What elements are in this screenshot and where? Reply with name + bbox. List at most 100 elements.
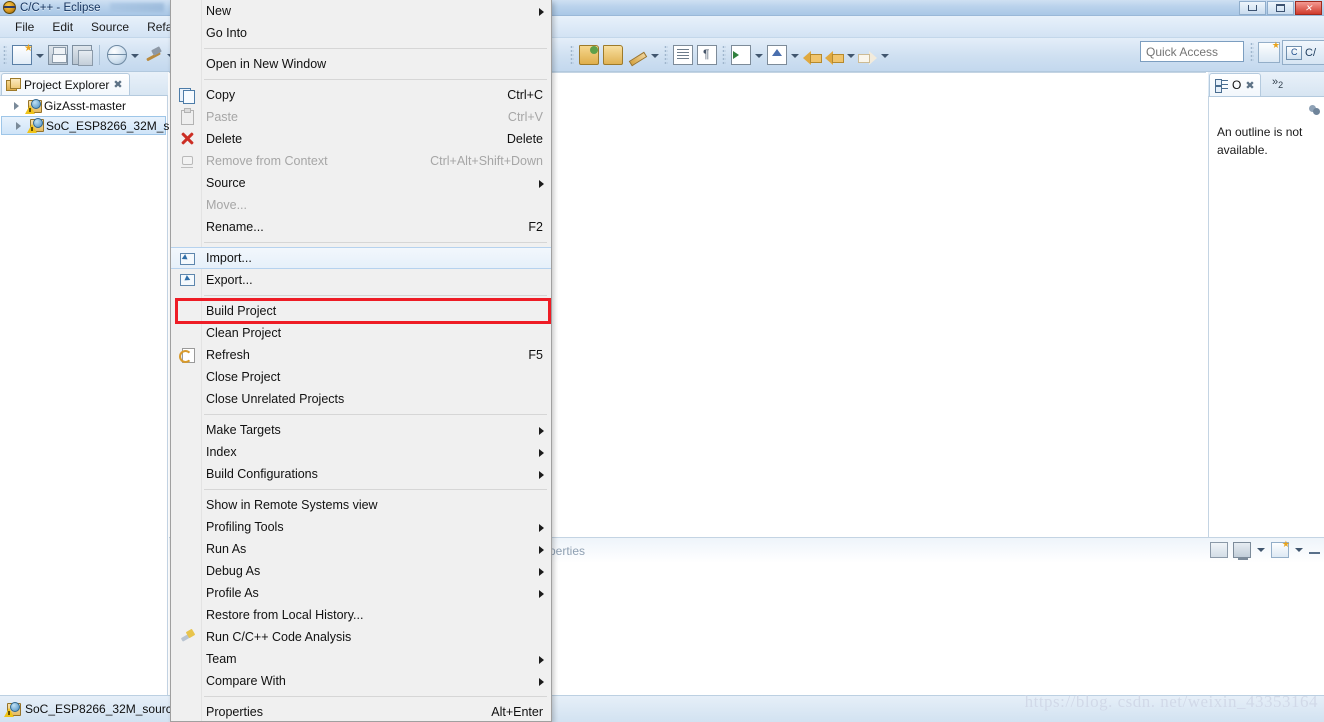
- tree-item-gizasst-master[interactable]: GizAsst-master: [0, 96, 167, 116]
- project-icon: [4, 701, 21, 717]
- tree-item-label: GizAsst-master: [44, 99, 127, 113]
- context-menu-item-make-targets[interactable]: Make Targets: [171, 419, 551, 441]
- view-menu-arrow-icon[interactable]: [1256, 542, 1266, 558]
- context-menu-item-build-configurations[interactable]: Build Configurations: [171, 463, 551, 485]
- open-project-icon[interactable]: [579, 44, 599, 65]
- outline-overflow-indicator[interactable]: »2: [1272, 76, 1283, 90]
- toolbar-grip-5[interactable]: [1250, 42, 1254, 62]
- marker-dropdown-icon[interactable]: [649, 45, 660, 65]
- context-menu-item-show-in-remote-systems-view[interactable]: Show in Remote Systems view: [171, 494, 551, 516]
- paste-icon: [179, 108, 195, 125]
- export-icon: [179, 272, 195, 288]
- context-menu-item-label: Profiling Tools: [206, 520, 284, 534]
- upload-page-dropdown-icon[interactable]: [789, 45, 800, 65]
- context-menu-item-run-c-c-code-analysis[interactable]: Run C/C++ Code Analysis: [171, 626, 551, 648]
- menu-edit[interactable]: Edit: [43, 18, 82, 36]
- tab-properties[interactable]: perties: [549, 544, 585, 558]
- context-menu-item-label: Open in New Window: [206, 57, 327, 71]
- submenu-arrow-icon: [539, 568, 544, 576]
- context-menu-item-run-as[interactable]: Run As: [171, 538, 551, 560]
- menu-source[interactable]: Source: [82, 18, 138, 36]
- context-menu-item-go-into[interactable]: Go Into: [171, 22, 551, 44]
- new-view-arrow-icon[interactable]: [1294, 542, 1304, 558]
- context-menu-item-build-project[interactable]: Build Project: [171, 300, 551, 322]
- context-menu-item-label: Run As: [206, 542, 247, 556]
- new-file-icon[interactable]: [12, 43, 33, 65]
- context-menu-item-copy[interactable]: Copy Ctrl+C: [171, 84, 551, 106]
- perspective-label: C/: [1305, 46, 1316, 59]
- perspective-switcher[interactable]: C/: [1282, 40, 1324, 65]
- menu-file[interactable]: File: [6, 18, 43, 36]
- back-star-icon[interactable]: [803, 48, 822, 65]
- context-menu-item-refresh[interactable]: Refresh F5: [171, 344, 551, 366]
- globe-icon[interactable]: [107, 44, 127, 65]
- context-menu-item-export[interactable]: Export...: [171, 269, 551, 291]
- context-menu-item-label: Export...: [206, 273, 253, 287]
- back-arrow-icon[interactable]: [825, 48, 844, 65]
- context-menu-item-index[interactable]: Index: [171, 441, 551, 463]
- context-menu-item-compare-with[interactable]: Compare With: [171, 670, 551, 692]
- tab-outline[interactable]: O ✖: [1209, 73, 1261, 96]
- chevron-right-icon[interactable]: [14, 121, 24, 131]
- build-hammer-icon[interactable]: [143, 45, 163, 65]
- context-menu-item-close-project[interactable]: Close Project: [171, 366, 551, 388]
- maximize-button[interactable]: [1267, 1, 1294, 15]
- outline-panel: An outline is not available.: [1208, 96, 1324, 537]
- pilcrow-icon[interactable]: [697, 44, 717, 65]
- submenu-arrow-icon: [539, 546, 544, 554]
- context-menu-item-clean-project[interactable]: Clean Project: [171, 322, 551, 344]
- forward-dropdown-icon[interactable]: [879, 45, 890, 65]
- open-perspective-button[interactable]: [1258, 40, 1280, 63]
- marker-pencil-icon[interactable]: [627, 45, 647, 65]
- restore-view-icon[interactable]: [1210, 542, 1228, 558]
- toolbar-grip-2[interactable]: [570, 44, 574, 65]
- tab-project-explorer[interactable]: Project Explorer ✖: [1, 73, 130, 95]
- back-dropdown-icon[interactable]: [845, 45, 856, 65]
- new-view-icon[interactable]: [1271, 539, 1290, 558]
- context-menu-item-label: Go Into: [206, 26, 247, 40]
- context-menu-item-rename[interactable]: Rename... F2: [171, 216, 551, 238]
- context-menu-item-debug-as[interactable]: Debug As: [171, 560, 551, 582]
- close-button[interactable]: ✕: [1295, 1, 1322, 15]
- close-icon[interactable]: ✖: [1245, 79, 1254, 92]
- context-menu-item-label: Source: [206, 176, 246, 190]
- monitor-icon[interactable]: [1233, 542, 1251, 560]
- run-page-dropdown-icon[interactable]: [753, 45, 764, 65]
- upload-page-icon[interactable]: [767, 44, 787, 65]
- toolbar-grip[interactable]: [3, 44, 7, 65]
- minimize-button[interactable]: [1239, 1, 1266, 15]
- chevron-right-icon[interactable]: [12, 101, 22, 111]
- context-menu-item-restore-from-local-history[interactable]: Restore from Local History...: [171, 604, 551, 626]
- new-file-dropdown-icon[interactable]: [34, 45, 45, 65]
- document-icon[interactable]: [673, 44, 693, 65]
- context-menu-item-team[interactable]: Team: [171, 648, 551, 670]
- save-icon[interactable]: [48, 44, 68, 65]
- tree-item-soc-esp8266[interactable]: SoC_ESP8266_32M_so: [1, 116, 176, 135]
- delete-icon: [179, 131, 195, 147]
- quick-access-input[interactable]: [1140, 41, 1244, 62]
- toolbar-grip-4[interactable]: [722, 44, 726, 65]
- context-menu-item-open-in-new-window[interactable]: Open in New Window: [171, 53, 551, 75]
- close-icon[interactable]: ✖: [113, 78, 122, 91]
- context-menu-item-properties[interactable]: Properties Alt+Enter: [171, 701, 551, 721]
- context-menu-item-profile-as[interactable]: Profile As: [171, 582, 551, 604]
- context-menu-item-source[interactable]: Source: [171, 172, 551, 194]
- context-menu-item-new[interactable]: New: [171, 0, 551, 22]
- forward-arrow-icon[interactable]: [858, 48, 877, 65]
- submenu-arrow-icon: [539, 524, 544, 532]
- copy-icon: [179, 87, 195, 104]
- toolbar-grip-3[interactable]: [664, 44, 668, 65]
- save-all-icon[interactable]: [72, 44, 93, 66]
- context-menu-item-label: Index: [206, 445, 237, 459]
- context-menu-item-profiling-tools[interactable]: Profiling Tools: [171, 516, 551, 538]
- open-folder-icon[interactable]: [603, 44, 623, 65]
- context-menu-item-delete[interactable]: Delete Delete: [171, 128, 551, 150]
- minimize-view-icon[interactable]: [1309, 547, 1320, 554]
- context-menu-item-close-unrelated-projects[interactable]: Close Unrelated Projects: [171, 388, 551, 410]
- context-menu-item-import[interactable]: Import...: [171, 247, 551, 269]
- run-page-icon[interactable]: [731, 44, 751, 65]
- context-menu-item-label: Import...: [206, 251, 252, 265]
- project-explorer-panel: GizAsst-master SoC_ESP8266_32M_so: [0, 95, 176, 695]
- globe-dropdown-icon[interactable]: [129, 45, 140, 65]
- gear-icon[interactable]: [1308, 104, 1322, 116]
